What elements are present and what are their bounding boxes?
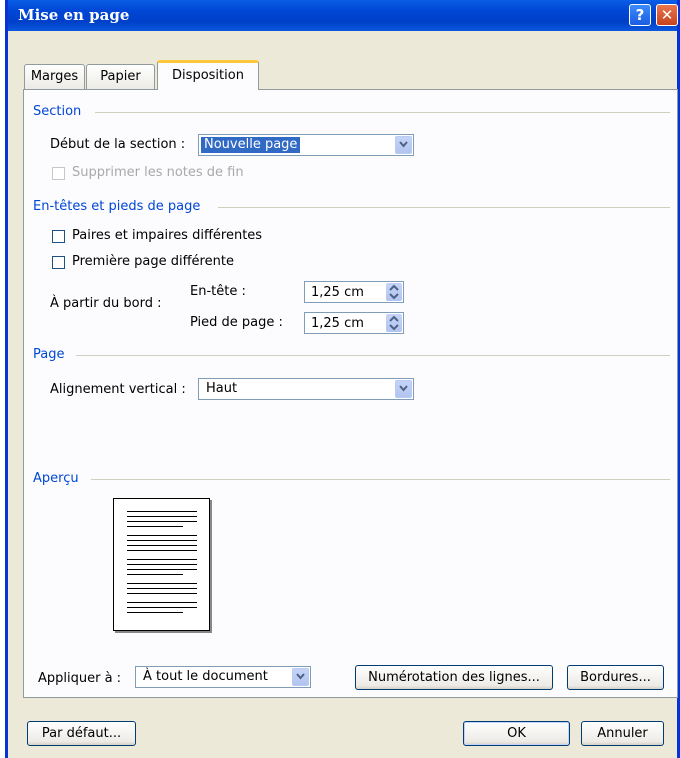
preview-text-line bbox=[127, 569, 197, 570]
ok-button[interactable]: OK bbox=[463, 721, 570, 746]
apply-to-value: À tout le document bbox=[143, 669, 268, 684]
page-setup-dialog: Mise en page ? ✕ Marges Papier Dispositi… bbox=[5, 0, 680, 758]
group-preview-label: Aperçu bbox=[33, 471, 79, 486]
header-distance-label: En-tête : bbox=[190, 284, 246, 299]
close-icon[interactable]: ✕ bbox=[656, 4, 678, 26]
suppress-endnotes-checkbox[interactable] bbox=[52, 167, 65, 180]
spin-updown-icon[interactable] bbox=[386, 314, 402, 332]
vertical-alignment-value: Haut bbox=[206, 381, 238, 396]
footer-distance-spinner[interactable]: 1,25 cm bbox=[304, 312, 404, 334]
first-page-label: Première page différente bbox=[72, 254, 234, 269]
preview-text-line bbox=[127, 583, 197, 584]
group-page-label: Page bbox=[33, 347, 65, 362]
section-start-value: Nouvelle page bbox=[199, 136, 302, 154]
group-preview-divider bbox=[91, 479, 670, 480]
odd-even-checkbox[interactable] bbox=[52, 230, 65, 243]
tab-layout-label: Disposition bbox=[172, 68, 244, 83]
preview-text-line bbox=[127, 540, 197, 541]
header-distance-spinner[interactable]: 1,25 cm bbox=[304, 281, 404, 303]
preview-text-line bbox=[127, 564, 197, 565]
borders-button[interactable]: Bordures... bbox=[567, 665, 664, 690]
preview-text-line bbox=[127, 574, 183, 575]
apply-to-label: Appliquer à : bbox=[38, 671, 122, 686]
chevron-down-icon[interactable] bbox=[395, 380, 412, 398]
title-bar[interactable]: Mise en page ? ✕ bbox=[8, 0, 678, 31]
odd-even-label: Paires et impaires différentes bbox=[72, 228, 263, 243]
group-section-label: Section bbox=[33, 104, 82, 119]
tab-margins[interactable]: Marges bbox=[24, 64, 85, 89]
chevron-down-icon[interactable] bbox=[395, 136, 412, 154]
preview-text-line bbox=[127, 612, 183, 613]
tab-paper-label: Papier bbox=[100, 69, 141, 84]
preview-text-line bbox=[127, 602, 197, 603]
group-headers-footers-label: En-têtes et pieds de page bbox=[33, 199, 201, 214]
first-page-checkbox[interactable] bbox=[52, 256, 65, 269]
preview-text-line bbox=[127, 593, 197, 594]
preview-text-line bbox=[127, 521, 197, 522]
vertical-alignment-select[interactable]: Haut bbox=[198, 378, 414, 400]
tab-layout[interactable]: Disposition bbox=[157, 60, 259, 90]
footer-distance-value: 1,25 cm bbox=[311, 316, 364, 331]
vertical-alignment-label: Alignement vertical : bbox=[50, 382, 186, 397]
page-preview bbox=[113, 498, 210, 631]
set-default-button[interactable]: Par défaut... bbox=[27, 721, 136, 746]
tab-paper[interactable]: Papier bbox=[86, 64, 155, 89]
line-numbers-button[interactable]: Numérotation des lignes... bbox=[355, 665, 553, 690]
section-start-label: Début de la section : bbox=[50, 137, 186, 152]
preview-text-line bbox=[127, 511, 197, 512]
preview-text-line bbox=[127, 545, 197, 546]
preview-text-line bbox=[127, 559, 197, 560]
section-start-select[interactable]: Nouvelle page bbox=[198, 134, 414, 156]
from-edge-label: À partir du bord : bbox=[50, 296, 162, 311]
apply-to-select[interactable]: À tout le document bbox=[135, 666, 311, 688]
preview-text-line bbox=[127, 550, 197, 551]
spin-updown-icon[interactable] bbox=[386, 283, 402, 301]
preview-text-line bbox=[127, 588, 197, 589]
preview-text-line bbox=[127, 516, 197, 517]
preview-text-line bbox=[127, 535, 197, 536]
chevron-down-icon[interactable] bbox=[292, 668, 309, 686]
cancel-button[interactable]: Annuler bbox=[581, 721, 664, 746]
header-distance-value: 1,25 cm bbox=[311, 285, 364, 300]
help-icon[interactable]: ? bbox=[629, 4, 651, 26]
preview-text-line bbox=[127, 526, 183, 527]
suppress-endnotes-label: Supprimer les notes de fin bbox=[72, 165, 244, 180]
tab-margins-label: Marges bbox=[30, 69, 79, 84]
preview-text-line bbox=[127, 607, 197, 608]
footer-distance-label: Pied de page : bbox=[190, 315, 283, 330]
group-section-divider bbox=[95, 112, 670, 113]
window-title: Mise en page bbox=[18, 6, 130, 24]
group-page-divider bbox=[76, 355, 670, 356]
group-headers-footers-divider bbox=[218, 207, 670, 208]
